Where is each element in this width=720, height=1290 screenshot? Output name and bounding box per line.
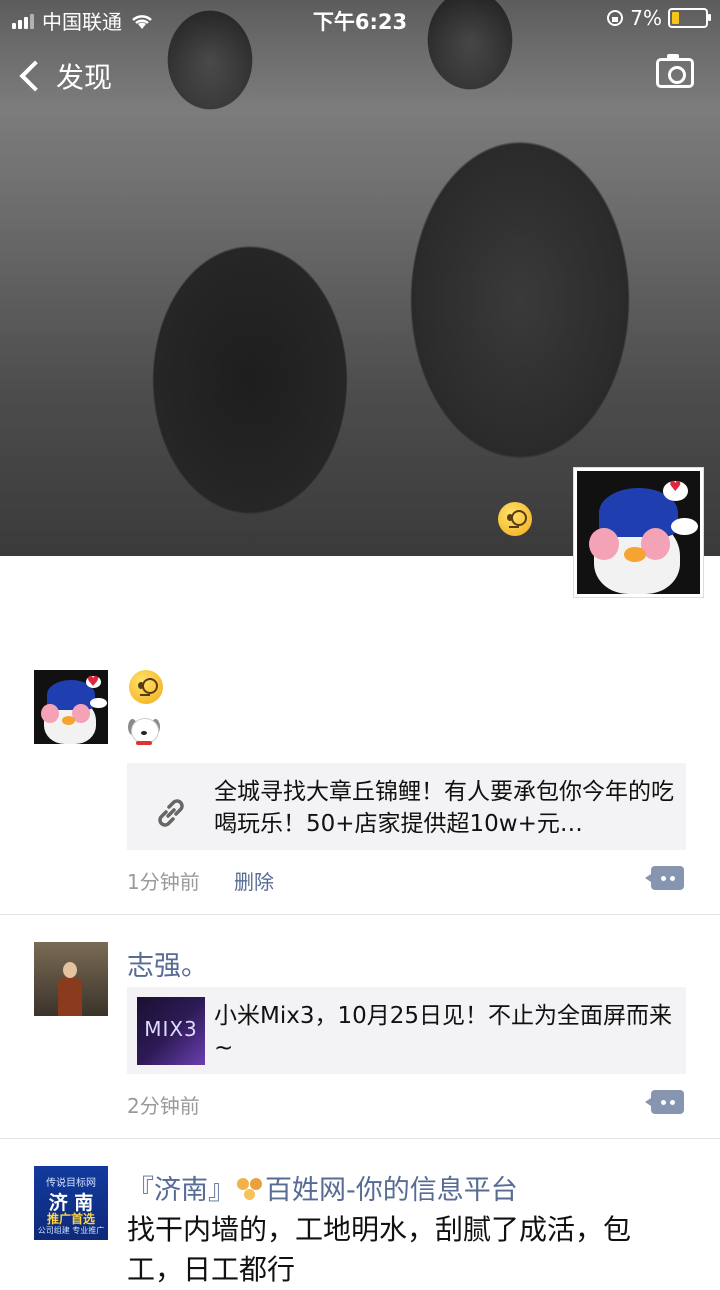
family-emoji [237, 1176, 263, 1202]
post-text: 找干内墙的，工地明水，刮腻了成活，包工，日工都行 [127, 1213, 632, 1286]
rotation-lock-icon [607, 10, 624, 26]
battery-icon [668, 8, 711, 28]
comment-icon[interactable] [645, 866, 684, 890]
delete-button[interactable]: 删除 [234, 866, 274, 895]
post-author[interactable]: 志强。 [127, 944, 208, 983]
profile-avatar[interactable] [573, 467, 704, 598]
post-avatar[interactable] [34, 670, 108, 744]
avatar-text: 公司组建 专业推广 [37, 1226, 105, 1235]
link-title: 全城寻找大章丘锦鲤！有人要承包你今年的吃喝玩乐！50+店家提供超10w+元… [214, 779, 674, 837]
link-icon [158, 799, 184, 827]
divider [0, 914, 720, 915]
post-author[interactable]: 『济南』 百姓网-你的信息平台 [127, 1168, 518, 1207]
link-card[interactable]: 全城寻找大章丘锦鲤！有人要承包你今年的吃喝玩乐！50+店家提供超10w+元… [127, 763, 686, 850]
back-chevron-icon [19, 60, 51, 92]
post-avatar[interactable] [34, 942, 108, 1016]
dog-emoji [127, 715, 161, 749]
link-title: 小米Mix3，10月25日见！不止为全面屏而来~ [214, 1003, 673, 1061]
post-time: 1分钟前 [127, 870, 200, 894]
post-time: 2分钟前 [127, 1094, 200, 1118]
duck-avatar-image [34, 670, 108, 744]
link-card[interactable]: MIX3 小米Mix3，10月25日见！不止为全面屏而来~ [127, 987, 686, 1074]
status-bar: 中国联通 下午6:23 7% [0, 0, 720, 38]
link-thumbnail: MIX3 [137, 997, 205, 1065]
duck-avatar-image [577, 471, 700, 594]
person-image [58, 962, 82, 1016]
avatar-text: 传说目标网 [46, 1178, 96, 1189]
comment-icon[interactable] [645, 1090, 684, 1114]
back-button[interactable]: 发现 [18, 56, 112, 96]
battery-percent: 7% [630, 6, 662, 30]
monocle-emoji [498, 502, 532, 536]
author-prefix: 『济南』 [127, 1175, 235, 1206]
divider [0, 1138, 720, 1139]
monocle-emoji [129, 670, 163, 704]
camera-icon[interactable] [656, 54, 694, 88]
back-label: 发现 [56, 61, 113, 94]
post-avatar[interactable]: 传说目标网 济 南 推广首选 公司组建 专业推广 [34, 1166, 108, 1240]
author-suffix: 百姓网-你的信息平台 [265, 1175, 518, 1206]
thumbnail-label: MIX3 [144, 1017, 198, 1041]
